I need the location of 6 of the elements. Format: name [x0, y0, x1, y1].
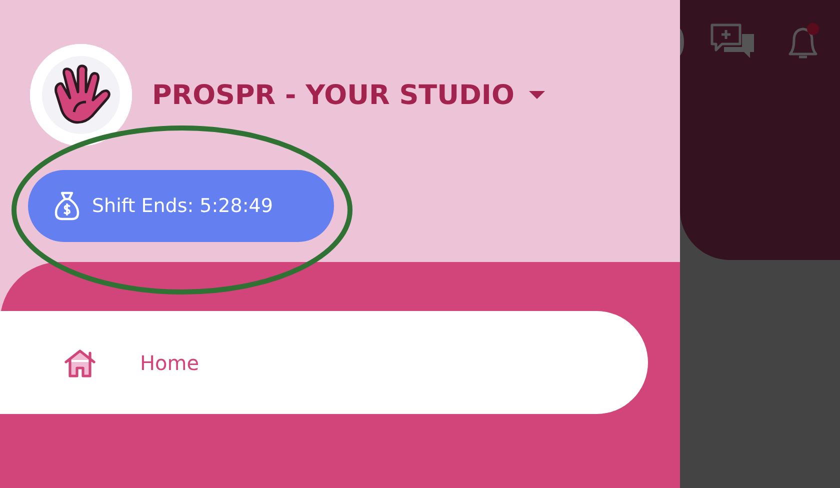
- studio-name[interactable]: PROSPR - YOUR STUDIO: [152, 80, 514, 110]
- money-bag-icon: [54, 191, 80, 221]
- home-icon: [62, 348, 98, 378]
- caret-icon[interactable]: [528, 90, 546, 100]
- nav-item[interactable]: Home: [0, 311, 648, 414]
- shift-timer-button[interactable]: Shift Ends: 5:28:49: [28, 170, 334, 242]
